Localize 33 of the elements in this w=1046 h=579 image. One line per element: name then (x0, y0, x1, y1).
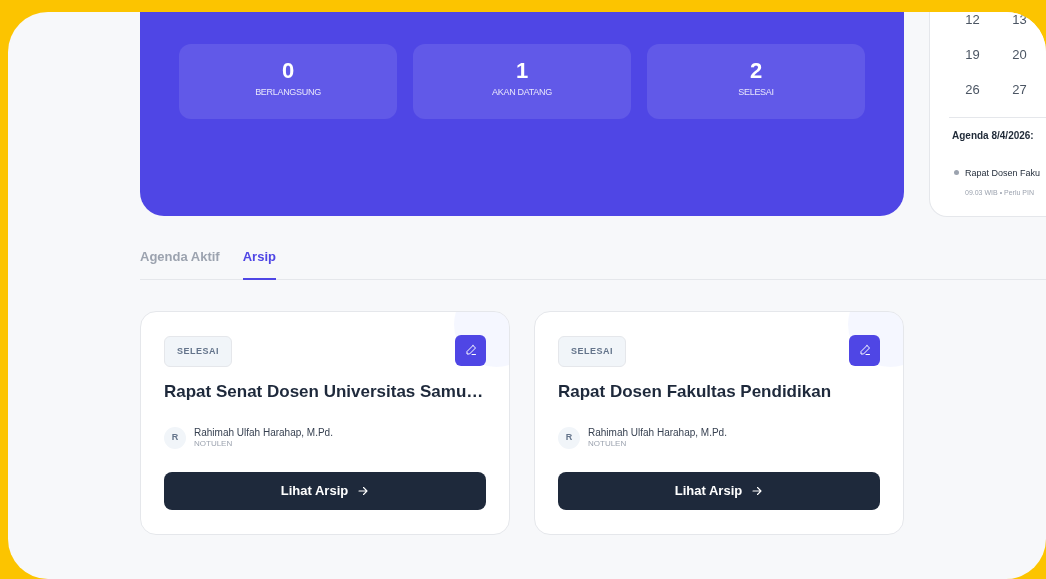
agenda-title[interactable]: Rapat Dosen Faku (965, 167, 1041, 179)
pencil-icon (464, 344, 477, 356)
avatar: R (164, 426, 186, 449)
status-badge: SELESAI (164, 335, 232, 367)
avatar: R (558, 426, 580, 449)
arrow-right-icon (357, 484, 370, 497)
calendar-day[interactable]: 19 (949, 47, 996, 62)
arrow-right-icon (751, 484, 764, 497)
stat-value: 2 (749, 57, 763, 85)
view-archive-button[interactable]: Lihat Arsip (558, 471, 880, 510)
person-name: Rahimah Ulfah Harahap, M.Pd. (588, 426, 727, 438)
calendar-day[interactable]: 26 (949, 82, 996, 97)
status-badge: SELESAI (558, 335, 626, 367)
person-role: NOTULEN (588, 437, 628, 449)
person-role: NOTULEN (194, 437, 234, 449)
agenda-heading: Agenda 8/4/2026: (952, 129, 1035, 143)
person-name: Rahimah Ulfah Harahap, M.Pd. (194, 426, 333, 438)
calendar-day[interactable]: 27 (996, 82, 1043, 97)
calendar-day[interactable]: 12 (949, 12, 996, 27)
stat-label: BERLANGSUNG (255, 86, 321, 98)
view-archive-button[interactable]: Lihat Arsip (164, 471, 486, 510)
pencil-icon (858, 344, 871, 356)
stat-value: 0 (281, 57, 295, 85)
stat-value: 1 (515, 57, 529, 85)
edit-button[interactable] (849, 334, 880, 366)
calendar-day[interactable]: 20 (996, 47, 1043, 62)
meeting-title: Rapat Dosen Fakultas Pendidikan (558, 381, 832, 403)
bullet-icon (954, 170, 959, 175)
stat-label: SELESAI (738, 86, 774, 98)
stat-label: AKAN DATANG (492, 86, 552, 98)
edit-button[interactable] (455, 334, 486, 366)
meeting-title: Rapat Senat Dosen Universitas Samu… (164, 381, 485, 403)
tab[interactable]: Arsip (242, 247, 276, 280)
